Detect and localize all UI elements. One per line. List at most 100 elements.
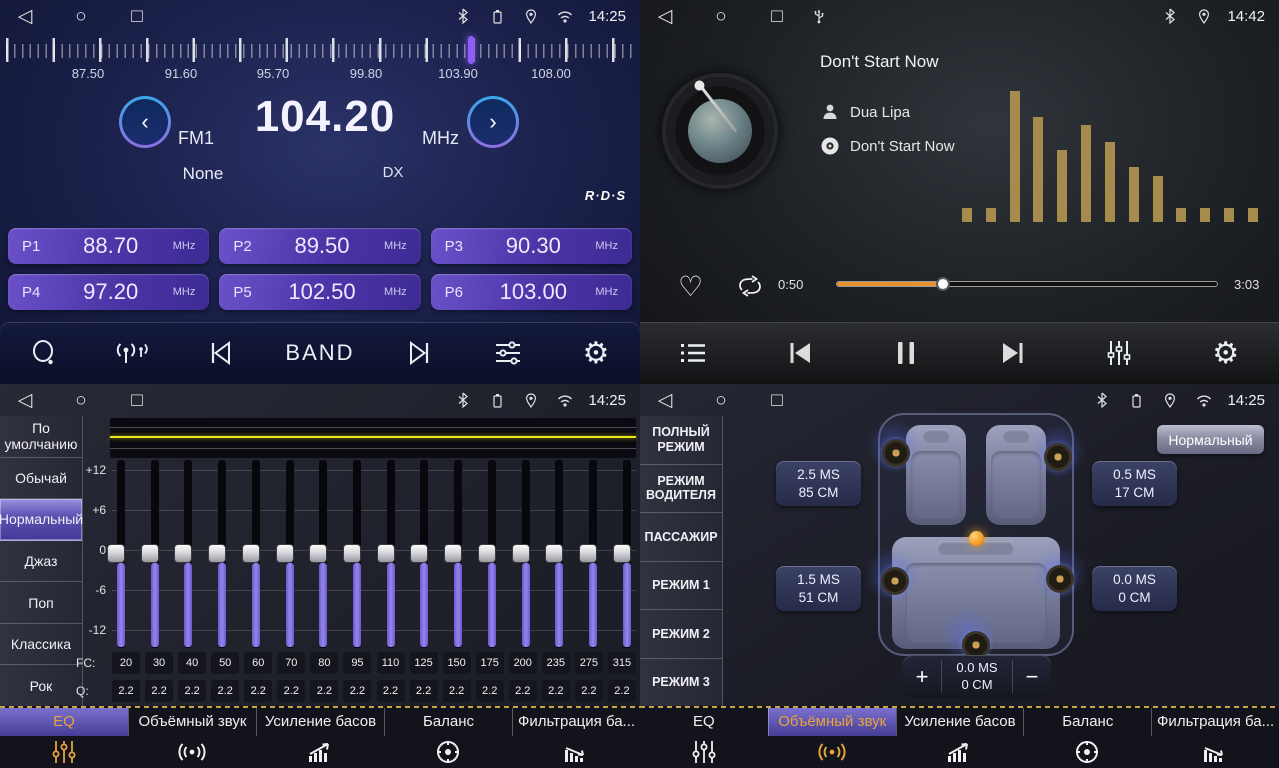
eq-band-slider[interactable] [281,460,299,648]
eq-band-slider[interactable] [449,460,467,648]
slider-knob[interactable] [512,544,530,563]
q-value[interactable]: 2.2 [145,680,173,702]
nav-recents-icon[interactable]: □ [766,5,788,27]
eq-band-slider[interactable] [517,460,535,648]
fc-value[interactable]: 235 [542,652,570,674]
nav-home-icon[interactable]: ○ [710,389,732,411]
tab-filter[interactable]: Фильтрация ба... [1151,708,1279,768]
tab-balance[interactable]: Баланс [1023,708,1151,768]
scan-icon[interactable] [22,333,66,373]
dial-cursor[interactable] [468,36,474,64]
preset-button-p5[interactable]: P5 102.50 MHz [219,274,420,310]
nav-home-icon[interactable]: ○ [710,5,732,27]
preset-button-p2[interactable]: P2 89.50 MHz [219,228,420,264]
settings-gear-icon[interactable]: ⚙ [574,333,618,373]
eq-band-slider[interactable] [483,460,501,648]
slider-knob[interactable] [107,544,125,563]
tab-surround[interactable]: Объёмный звук [768,708,896,768]
delay-rear-left-button[interactable]: 1.5 MS 51 CM [776,566,861,611]
mode-3[interactable]: РЕЖИМ 3 [640,659,722,707]
dx-mode[interactable]: DX [368,164,418,181]
delay-rear-right-button[interactable]: 0.0 MS 0 CM [1092,566,1177,611]
tab-surround[interactable]: Объёмный звук [128,708,256,768]
eq-band-slider[interactable] [415,460,433,648]
eq-band-slider[interactable] [348,460,366,648]
decrease-delay-button[interactable]: − [1013,664,1051,690]
frequency-dial[interactable] [0,36,640,64]
eq-band-slider[interactable] [314,460,332,648]
q-value[interactable]: 2.2 [410,680,438,702]
nav-recents-icon[interactable]: □ [126,389,148,411]
eq-band-slider[interactable] [382,460,400,648]
broadcast-icon[interactable] [110,333,154,373]
slider-knob[interactable] [478,544,496,563]
fc-value[interactable]: 95 [343,652,371,674]
nav-recents-icon[interactable]: □ [126,5,148,27]
slider-knob[interactable] [208,544,226,563]
q-value[interactable]: 2.2 [178,680,206,702]
mode-1[interactable]: РЕЖИМ 1 [640,562,722,611]
preset-button-p1[interactable]: P1 88.70 MHz [8,228,209,264]
slider-knob[interactable] [276,544,294,563]
fc-value[interactable]: 175 [476,652,504,674]
slider-knob[interactable] [309,544,327,563]
slider-knob[interactable] [444,544,462,563]
band-button[interactable]: BAND [285,340,354,366]
eq-preset-pop[interactable]: Поп [0,582,82,624]
q-value[interactable]: 2.2 [542,680,570,702]
fc-value[interactable]: 315 [608,652,636,674]
favorite-icon[interactable]: ♡ [678,270,703,303]
equalizer-settings-icon[interactable] [486,333,530,373]
fc-value[interactable]: 60 [244,652,272,674]
eq-preset-jazz[interactable]: Джаз [0,541,82,583]
fc-value[interactable]: 80 [310,652,338,674]
eq-preset-default[interactable]: По умолчанию [0,416,82,458]
progress-knob[interactable] [936,277,950,291]
slider-knob[interactable] [410,544,428,563]
fc-value[interactable]: 275 [575,652,603,674]
eq-band-slider[interactable] [247,460,265,648]
preset-button-p4[interactable]: P4 97.20 MHz [8,274,209,310]
repeat-icon[interactable] [736,274,764,298]
fc-value[interactable]: 125 [410,652,438,674]
nav-back-icon[interactable]: ◁ [654,5,676,27]
q-value[interactable]: 2.2 [509,680,537,702]
slider-knob[interactable] [242,544,260,563]
album-art[interactable] [662,73,778,189]
nav-back-icon[interactable]: ◁ [654,389,676,411]
tab-bass-boost[interactable]: Усиление басов [256,708,384,768]
fc-value[interactable]: 30 [145,652,173,674]
pause-icon[interactable] [884,333,928,373]
tab-eq[interactable]: EQ [640,708,768,768]
delay-front-left-button[interactable]: 2.5 MS 85 CM [776,461,861,506]
nav-home-icon[interactable]: ○ [70,389,92,411]
slider-knob[interactable] [579,544,597,563]
eq-band-slider[interactable] [112,460,130,648]
mode-full[interactable]: ПОЛНЫЙ РЕЖИМ [640,416,722,465]
q-value[interactable]: 2.2 [608,680,636,702]
tab-eq[interactable]: EQ [0,708,128,768]
nav-home-icon[interactable]: ○ [70,5,92,27]
next-track-icon[interactable] [991,333,1035,373]
fc-value[interactable]: 40 [178,652,206,674]
fc-value[interactable]: 70 [277,652,305,674]
preset-button-p3[interactable]: P3 90.30 MHz [431,228,632,264]
previous-track-icon[interactable] [778,333,822,373]
delay-front-right-button[interactable]: 0.5 MS 17 CM [1092,461,1177,506]
mode-passenger[interactable]: ПАССАЖИР [640,513,722,562]
fc-value[interactable]: 110 [377,652,405,674]
fc-value[interactable]: 20 [112,652,140,674]
q-value[interactable]: 2.2 [476,680,504,702]
tab-bass-boost[interactable]: Усиление басов [896,708,1024,768]
fc-value[interactable]: 150 [443,652,471,674]
tab-filter[interactable]: Фильтрация ба... [512,708,640,768]
fc-value[interactable]: 50 [211,652,239,674]
equalizer-icon[interactable] [1097,333,1141,373]
mode-driver[interactable]: РЕЖИМ ВОДИТЕЛЯ [640,465,722,514]
tab-balance[interactable]: Баланс [384,708,512,768]
q-value[interactable]: 2.2 [112,680,140,702]
eq-band-slider[interactable] [550,460,568,648]
q-value[interactable]: 2.2 [277,680,305,702]
q-value[interactable]: 2.2 [343,680,371,702]
nav-recents-icon[interactable]: □ [766,389,788,411]
